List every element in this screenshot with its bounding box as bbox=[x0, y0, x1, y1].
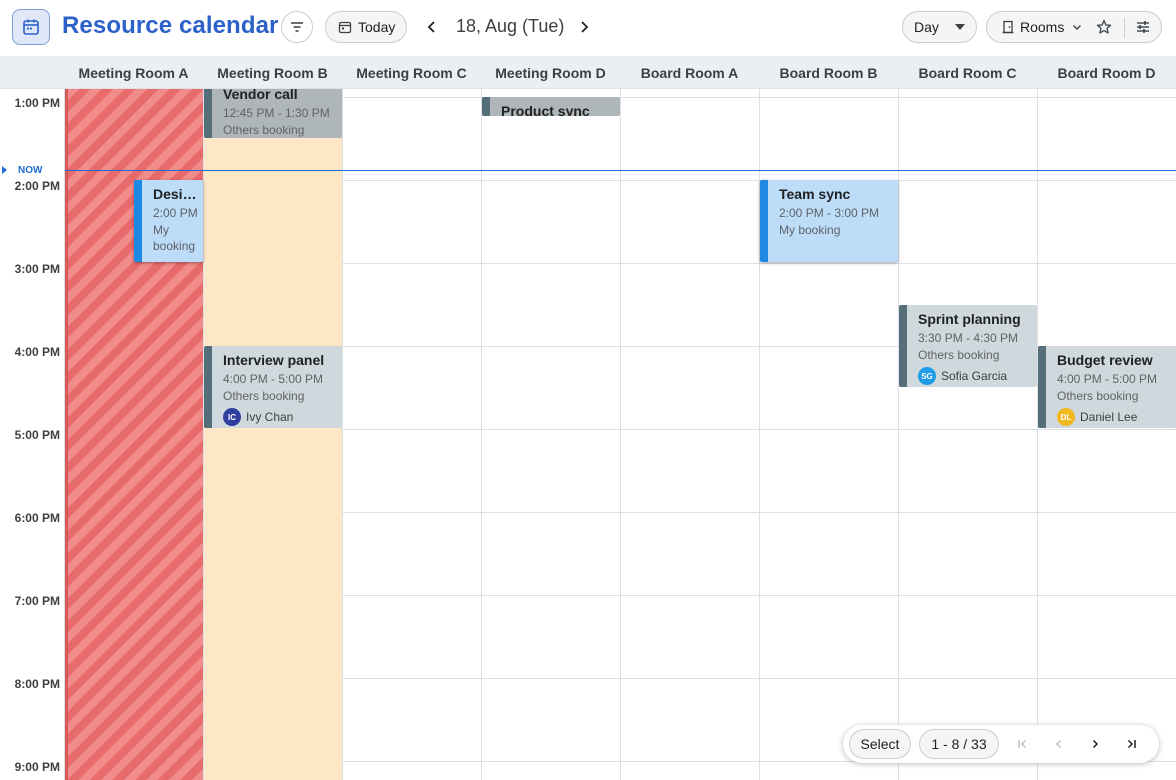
tune-icon bbox=[1137, 21, 1149, 33]
resource-header-row: Meeting Room A Meeting Room B Meeting Ro… bbox=[0, 56, 1176, 89]
event-time: 4:00 PM - 5:00 PM bbox=[1057, 372, 1158, 386]
event-attendee: DL Daniel Lee bbox=[1057, 408, 1170, 426]
event-vendor-call[interactable]: Vendor call 12:45 PM - 1:30 PM Others bo… bbox=[204, 89, 342, 138]
event-time: 3:30 PM - 4:30 PM bbox=[918, 331, 1019, 345]
time-label: 4:00 PM bbox=[14, 345, 60, 359]
event-design-review[interactable]: Design review 2:00 PM My booking bbox=[134, 180, 203, 262]
caret-down-icon bbox=[954, 24, 965, 30]
avatar: DL bbox=[1057, 408, 1075, 426]
time-label: 7:00 PM bbox=[14, 594, 60, 608]
event-budget-review[interactable]: Budget review 4:00 PM - 5:00 PM Others b… bbox=[1038, 346, 1176, 428]
event-title: Budget review bbox=[1057, 352, 1153, 368]
room-header[interactable]: Meeting Room D bbox=[481, 56, 620, 89]
time-label: 5:00 PM bbox=[14, 428, 60, 442]
filter-icon bbox=[291, 22, 303, 32]
event-product-sync[interactable]: Product sync bbox=[482, 97, 620, 116]
event-attendee: IC Ivy Chan bbox=[223, 408, 336, 426]
event-interview-panel[interactable]: Interview panel 4:00 PM - 5:00 PM Others… bbox=[204, 346, 342, 428]
room-header[interactable]: Board Room A bbox=[620, 56, 759, 89]
door-icon bbox=[1002, 20, 1014, 34]
attendee-name: Daniel Lee bbox=[1080, 410, 1138, 424]
room-header[interactable]: Meeting Room B bbox=[203, 56, 342, 89]
chevron-left-icon bbox=[1055, 739, 1062, 749]
filter-button[interactable] bbox=[281, 11, 313, 43]
event-subtitle: My booking bbox=[153, 223, 196, 253]
now-label: NOW bbox=[18, 165, 43, 176]
time-label: 1:00 PM bbox=[14, 96, 60, 110]
star-icon bbox=[1096, 19, 1112, 34]
event-time: 2:00 PM - 3:00 PM bbox=[779, 206, 880, 220]
today-label: Today bbox=[358, 19, 396, 35]
attendee-name: Sofia Garcia bbox=[941, 369, 1008, 383]
time-label: 8:00 PM bbox=[14, 677, 60, 691]
resource-select[interactable]: Rooms bbox=[987, 12, 1082, 42]
view-label: Day bbox=[914, 19, 939, 35]
time-label: 2:00 PM bbox=[14, 179, 60, 193]
resource-label: Rooms bbox=[1020, 19, 1065, 35]
chevron-right-icon bbox=[1092, 739, 1099, 749]
event-title: Design review bbox=[153, 186, 197, 202]
event-time: 2:00 PM bbox=[153, 206, 198, 220]
now-line bbox=[65, 170, 1176, 171]
event-title: Interview panel bbox=[223, 352, 325, 368]
event-title: Vendor call bbox=[223, 89, 298, 102]
chevron-left-icon bbox=[427, 21, 435, 33]
now-marker-icon bbox=[2, 166, 7, 174]
avatar: IC bbox=[223, 408, 241, 426]
room-header[interactable]: Meeting Room A bbox=[64, 56, 203, 89]
first-page-button[interactable] bbox=[1009, 730, 1037, 758]
room-header[interactable]: Board Room C bbox=[898, 56, 1037, 89]
toolbar: Resource calendar Today 18, Aug (Tue) Da… bbox=[0, 0, 1176, 56]
toolbar-divider bbox=[1124, 18, 1125, 38]
today-button[interactable]: Today bbox=[325, 11, 407, 43]
event-subtitle: My booking bbox=[779, 223, 841, 237]
room-header[interactable]: Board Room B bbox=[759, 56, 898, 89]
last-page-icon bbox=[1127, 739, 1136, 749]
page-title: Resource calendar bbox=[62, 12, 279, 39]
room-header[interactable]: Board Room D bbox=[1037, 56, 1176, 89]
date-label: 18, Aug (Tue) bbox=[456, 16, 565, 36]
time-label: 6:00 PM bbox=[14, 511, 60, 525]
chevron-down-icon bbox=[1073, 24, 1082, 30]
event-title: Sprint planning bbox=[918, 311, 1021, 327]
room-header[interactable]: Meeting Room C bbox=[342, 56, 481, 89]
event-attendee: SG Sofia Garcia bbox=[918, 367, 1031, 385]
chevron-right-icon bbox=[581, 21, 589, 33]
resource-pager: Select 1 - 8 / 33 bbox=[843, 725, 1159, 763]
calendar-icon[interactable] bbox=[12, 9, 50, 45]
event-subtitle: Others booking bbox=[223, 123, 305, 137]
column-line bbox=[620, 89, 621, 780]
column-line bbox=[481, 89, 482, 780]
event-title: Product sync bbox=[501, 103, 590, 116]
event-subtitle: Others booking bbox=[223, 389, 305, 403]
attendee-name: Ivy Chan bbox=[246, 410, 294, 424]
event-time: 12:45 PM - 1:30 PM bbox=[223, 106, 330, 120]
time-label: 3:00 PM bbox=[14, 262, 60, 276]
event-subtitle: Others booking bbox=[918, 348, 1000, 362]
calendar-grid[interactable]: 1:00 PM 2:00 PM 3:00 PM 4:00 PM 5:00 PM … bbox=[0, 89, 1176, 780]
time-label: 9:00 PM bbox=[14, 760, 60, 774]
event-subtitle: Others booking bbox=[1057, 389, 1139, 403]
unavailable-area bbox=[204, 137, 342, 780]
view-select[interactable]: Day bbox=[902, 11, 977, 43]
avatar: SG bbox=[918, 367, 936, 385]
event-team-sync[interactable]: Team sync 2:00 PM - 3:00 PM My booking bbox=[760, 180, 898, 262]
previous-page-button[interactable] bbox=[1045, 730, 1073, 758]
calendar-small-icon bbox=[338, 21, 352, 34]
first-page-icon bbox=[1018, 739, 1027, 749]
previous-day-button[interactable] bbox=[420, 12, 444, 42]
event-title: Team sync bbox=[779, 186, 851, 202]
event-sprint-planning[interactable]: Sprint planning 3:30 PM - 4:30 PM Others… bbox=[899, 305, 1037, 387]
column-line bbox=[1037, 89, 1038, 780]
column-line bbox=[342, 89, 343, 780]
next-page-button[interactable] bbox=[1081, 730, 1109, 758]
event-time: 4:00 PM - 5:00 PM bbox=[223, 372, 324, 386]
last-page-button[interactable] bbox=[1117, 730, 1145, 758]
favorite-button[interactable] bbox=[1090, 13, 1118, 41]
column-line bbox=[898, 89, 899, 780]
next-day-button[interactable] bbox=[572, 12, 596, 42]
settings-button[interactable] bbox=[1129, 13, 1157, 41]
select-button[interactable]: Select bbox=[849, 729, 911, 759]
page-range[interactable]: 1 - 8 / 33 bbox=[919, 729, 999, 759]
